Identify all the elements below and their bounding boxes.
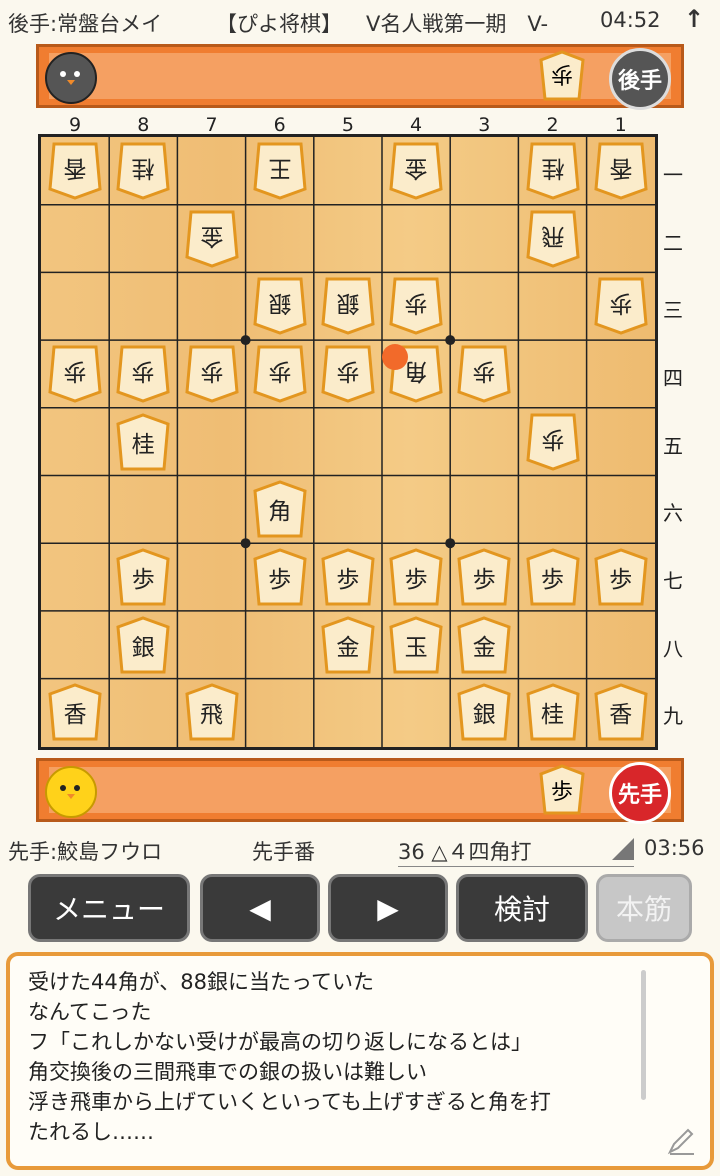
turn-indicator: 先手番 bbox=[252, 840, 315, 864]
gote-hand-piece-fu[interactable]: 歩 bbox=[539, 50, 585, 102]
gote-piece[interactable]: 銀 bbox=[321, 276, 375, 336]
file-label: 5 bbox=[341, 114, 354, 136]
sente-piece[interactable]: 歩 bbox=[389, 547, 443, 607]
gote-piece[interactable]: 銀 bbox=[253, 276, 307, 336]
rank-label: 八 bbox=[663, 636, 683, 661]
file-label: 1 bbox=[614, 114, 627, 136]
sente-piece[interactable]: 歩 bbox=[594, 547, 648, 607]
event-title: V名人戦第一期 V- bbox=[366, 12, 549, 36]
comment-line: なんてこった bbox=[28, 1000, 152, 1024]
gote-piece[interactable]: 飛 bbox=[525, 209, 580, 269]
sente-piece[interactable]: 角 bbox=[253, 479, 307, 539]
gote-piece[interactable]: 歩 bbox=[389, 276, 443, 336]
gote-piece[interactable]: 歩 bbox=[184, 344, 239, 404]
sente-player-name: 先手:鮫島フウロ bbox=[8, 840, 163, 864]
rank-label: 四 bbox=[663, 365, 683, 390]
gote-piece[interactable]: 歩 bbox=[525, 412, 580, 472]
rank-label: 三 bbox=[663, 298, 683, 323]
gote-badge: 後手 bbox=[609, 48, 671, 110]
gote-piece[interactable]: 金 bbox=[184, 209, 239, 269]
sente-piece[interactable]: 香 bbox=[594, 682, 648, 742]
sente-piece[interactable]: 銀 bbox=[457, 682, 511, 742]
sente-piece[interactable]: 玉 bbox=[389, 615, 443, 675]
gote-piece[interactable]: 香 bbox=[48, 141, 102, 201]
gote-piece[interactable]: 歩 bbox=[253, 344, 307, 404]
sente-piece[interactable]: 銀 bbox=[116, 615, 170, 675]
shogi-board[interactable]: 香桂王金桂香金飛銀銀歩歩歩歩歩歩歩角歩桂歩角歩歩歩歩歩歩歩銀金玉金香飛銀桂香 bbox=[38, 134, 658, 750]
gote-piece[interactable]: 歩 bbox=[457, 344, 511, 404]
file-label: 7 bbox=[205, 114, 218, 136]
gote-piece[interactable]: 歩 bbox=[48, 344, 102, 404]
gote-piece[interactable]: 桂 bbox=[525, 141, 580, 201]
rank-label: 二 bbox=[663, 230, 683, 255]
prev-move-button[interactable]: ◀ bbox=[200, 874, 320, 942]
comment-line: 角交換後の三間飛車での銀の扱いは難しい bbox=[28, 1060, 427, 1084]
gote-chick-avatar bbox=[45, 52, 97, 104]
gote-hand-area: 歩 後手 bbox=[36, 44, 684, 110]
sente-piece[interactable]: 飛 bbox=[184, 682, 239, 742]
move-select-triangle-icon[interactable] bbox=[612, 838, 634, 860]
comment-box[interactable]: 受けた44角が、88銀に当たっていた なんてこった フ「これしかない受けが最高の… bbox=[6, 952, 714, 1170]
file-label: 6 bbox=[273, 114, 286, 136]
sente-piece[interactable]: 歩 bbox=[457, 547, 511, 607]
file-label: 4 bbox=[410, 114, 423, 136]
comment-line: 受けた44角が、88銀に当たっていた bbox=[28, 970, 374, 994]
rank-label: 九 bbox=[663, 704, 683, 729]
sente-piece[interactable]: 歩 bbox=[116, 547, 170, 607]
app-name: 【ぴよ将棋】 bbox=[216, 12, 342, 36]
edit-pencil-icon[interactable] bbox=[666, 1126, 696, 1156]
gote-piece[interactable]: 金 bbox=[389, 141, 443, 201]
file-label: 9 bbox=[69, 114, 82, 136]
next-move-button[interactable]: ▶ bbox=[328, 874, 448, 942]
file-label: 2 bbox=[546, 114, 559, 136]
mainline-button: 本筋 bbox=[596, 874, 692, 942]
gote-piece[interactable]: 王 bbox=[253, 141, 307, 201]
rank-label: 七 bbox=[663, 569, 683, 594]
gote-piece[interactable]: 香 bbox=[594, 141, 648, 201]
comment-line: フ「これしかない受けが最高の切り返しになるとは」 bbox=[28, 1030, 532, 1054]
last-move-marker bbox=[382, 344, 408, 371]
rank-label: 五 bbox=[663, 433, 683, 458]
comment-scrollbar[interactable] bbox=[641, 970, 646, 1100]
file-label: 3 bbox=[478, 114, 491, 136]
sente-piece[interactable]: 歩 bbox=[253, 547, 307, 607]
sente-piece[interactable]: 桂 bbox=[525, 682, 580, 742]
sente-piece[interactable]: 歩 bbox=[525, 547, 580, 607]
gote-piece[interactable]: 歩 bbox=[594, 276, 648, 336]
comment-line: 浮き飛車から上げていくといっても上げすぎると角を打 bbox=[28, 1090, 551, 1114]
sente-piece[interactable]: 桂 bbox=[116, 412, 170, 472]
move-record[interactable]: 36 △４四角打 bbox=[398, 836, 634, 867]
sente-clock: 03:56 bbox=[644, 836, 705, 860]
rank-label: 一 bbox=[663, 162, 683, 187]
sente-hand-area: 歩 先手 bbox=[36, 758, 684, 824]
sente-piece[interactable]: 金 bbox=[457, 615, 511, 675]
sente-piece[interactable]: 香 bbox=[48, 682, 102, 742]
gote-piece[interactable]: 歩 bbox=[116, 344, 170, 404]
top-bar: 後手:常盤台メイ 【ぴよ将棋】 V名人戦第一期 V- 04:52 ↑ bbox=[0, 0, 720, 40]
rank-label: 六 bbox=[663, 501, 683, 526]
upload-arrow-icon[interactable]: ↑ bbox=[684, 5, 704, 33]
gote-piece[interactable]: 桂 bbox=[116, 141, 170, 201]
gote-player-name: 後手:常盤台メイ bbox=[8, 12, 163, 36]
gote-clock: 04:52 bbox=[600, 8, 661, 32]
sente-piece[interactable]: 金 bbox=[321, 615, 375, 675]
file-label: 8 bbox=[137, 114, 150, 136]
menu-button[interactable]: メニュー bbox=[28, 874, 190, 942]
gote-piece[interactable]: 歩 bbox=[321, 344, 375, 404]
sente-hand-piece-fu[interactable]: 歩 bbox=[539, 764, 585, 816]
sente-piece[interactable]: 歩 bbox=[321, 547, 375, 607]
analyze-button[interactable]: 検討 bbox=[456, 874, 588, 942]
sente-badge: 先手 bbox=[609, 762, 671, 824]
status-row: 先手:鮫島フウロ 先手番 36 △４四角打 03:56 bbox=[0, 832, 720, 867]
comment-line: たれるし…… bbox=[28, 1120, 154, 1144]
sente-chick-avatar bbox=[45, 766, 97, 818]
